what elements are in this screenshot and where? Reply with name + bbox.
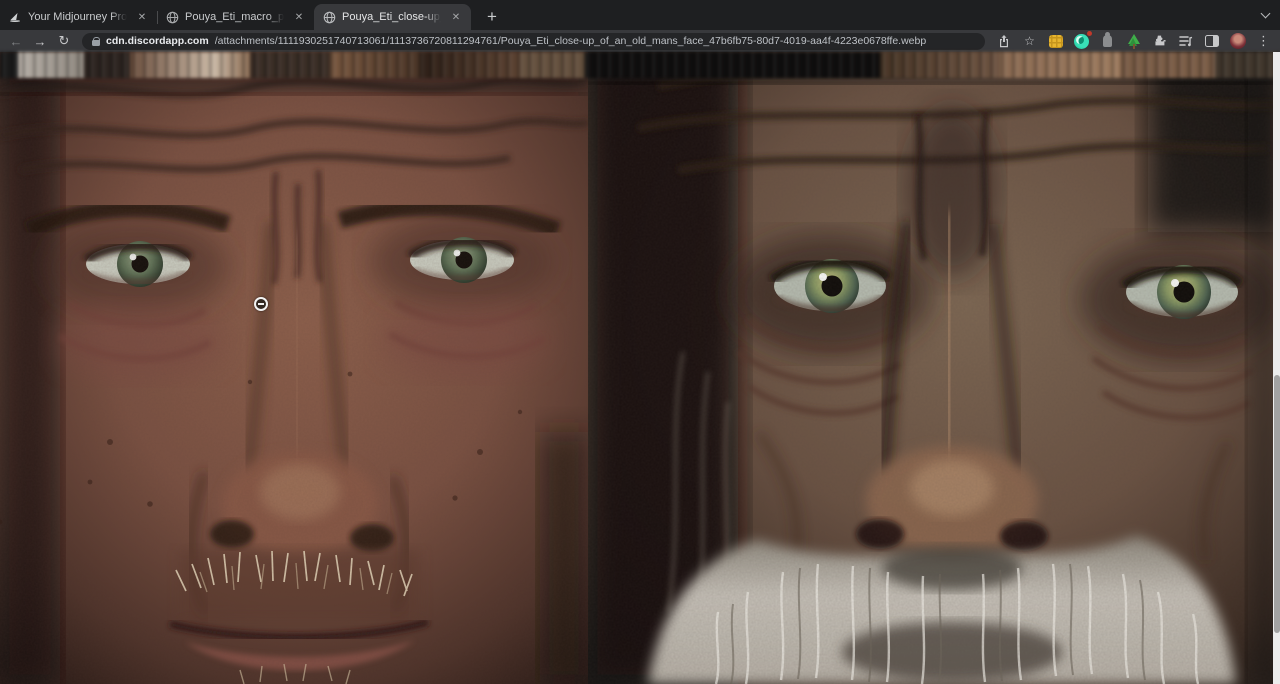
extension-yellow-grid-icon[interactable] [1047,33,1064,50]
tab-title: Pouya_Eti_macro_photo_of_a [185,11,286,23]
url-path: /attachments/1111930251740713061/1113736… [215,35,927,47]
bookmark-star-icon[interactable]: ☆ [1021,33,1038,50]
close-icon[interactable]: ✕ [292,10,306,24]
browser-toolbar: ← → ↻ cdn.discordapp.com/attachments/111… [0,30,1280,52]
page-scrollbar[interactable] [1273,52,1280,684]
browser-window: Your Midjourney Profile ✕ Pouya_Eti_macr… [0,0,1280,684]
menu-kebab-icon[interactable]: ⋮ [1255,33,1272,50]
tab-macro-photo[interactable]: Pouya_Eti_macro_photo_of_a ✕ [157,4,314,30]
zoom-out-cursor-icon [254,297,268,311]
side-panel-icon[interactable] [1203,33,1220,50]
image-old-man-face-right[interactable] [588,52,1280,684]
chevron-down-icon[interactable] [1262,10,1270,18]
extension-gray-icon[interactable] [1099,33,1116,50]
extensions-puzzle-icon[interactable] [1151,33,1168,50]
tab-title: Pouya_Eti_close-up_of_an_old [342,11,443,23]
tab-strip: Your Midjourney Profile ✕ Pouya_Eti_macr… [0,0,1280,30]
reload-button[interactable]: ↻ [54,32,74,50]
scroll-artifact-band [0,52,1280,78]
reading-list-icon[interactable] [1177,33,1194,50]
close-icon[interactable]: ✕ [135,10,149,24]
globe-icon [322,10,336,24]
midjourney-sailboat-icon [8,10,22,24]
tab-midjourney-profile[interactable]: Your Midjourney Profile ✕ [0,4,157,30]
share-icon[interactable] [995,33,1012,50]
new-tab-button[interactable]: + [479,4,505,30]
close-icon[interactable]: ✕ [449,10,463,24]
page-content [0,52,1280,684]
forward-button[interactable]: → [30,32,50,50]
scrollbar-thumb[interactable] [1274,375,1280,633]
globe-icon [165,10,179,24]
tab-title: Your Midjourney Profile [28,11,129,23]
image-old-man-face-left[interactable] [0,52,588,684]
extension-forest-tree-icon[interactable] [1125,33,1142,50]
url-domain: cdn.discordapp.com [106,35,209,47]
notification-badge [1087,31,1092,36]
extension-dark-moon-icon[interactable] [1073,33,1090,50]
back-button[interactable]: ← [6,32,26,50]
address-bar[interactable]: cdn.discordapp.com/attachments/111193025… [82,33,985,50]
profile-avatar[interactable] [1229,33,1246,50]
toolbar-icons: ☆ ⋮ [995,33,1274,50]
tab-close-up-active[interactable]: Pouya_Eti_close-up_of_an_old ✕ [314,4,471,30]
lock-icon [92,37,100,46]
